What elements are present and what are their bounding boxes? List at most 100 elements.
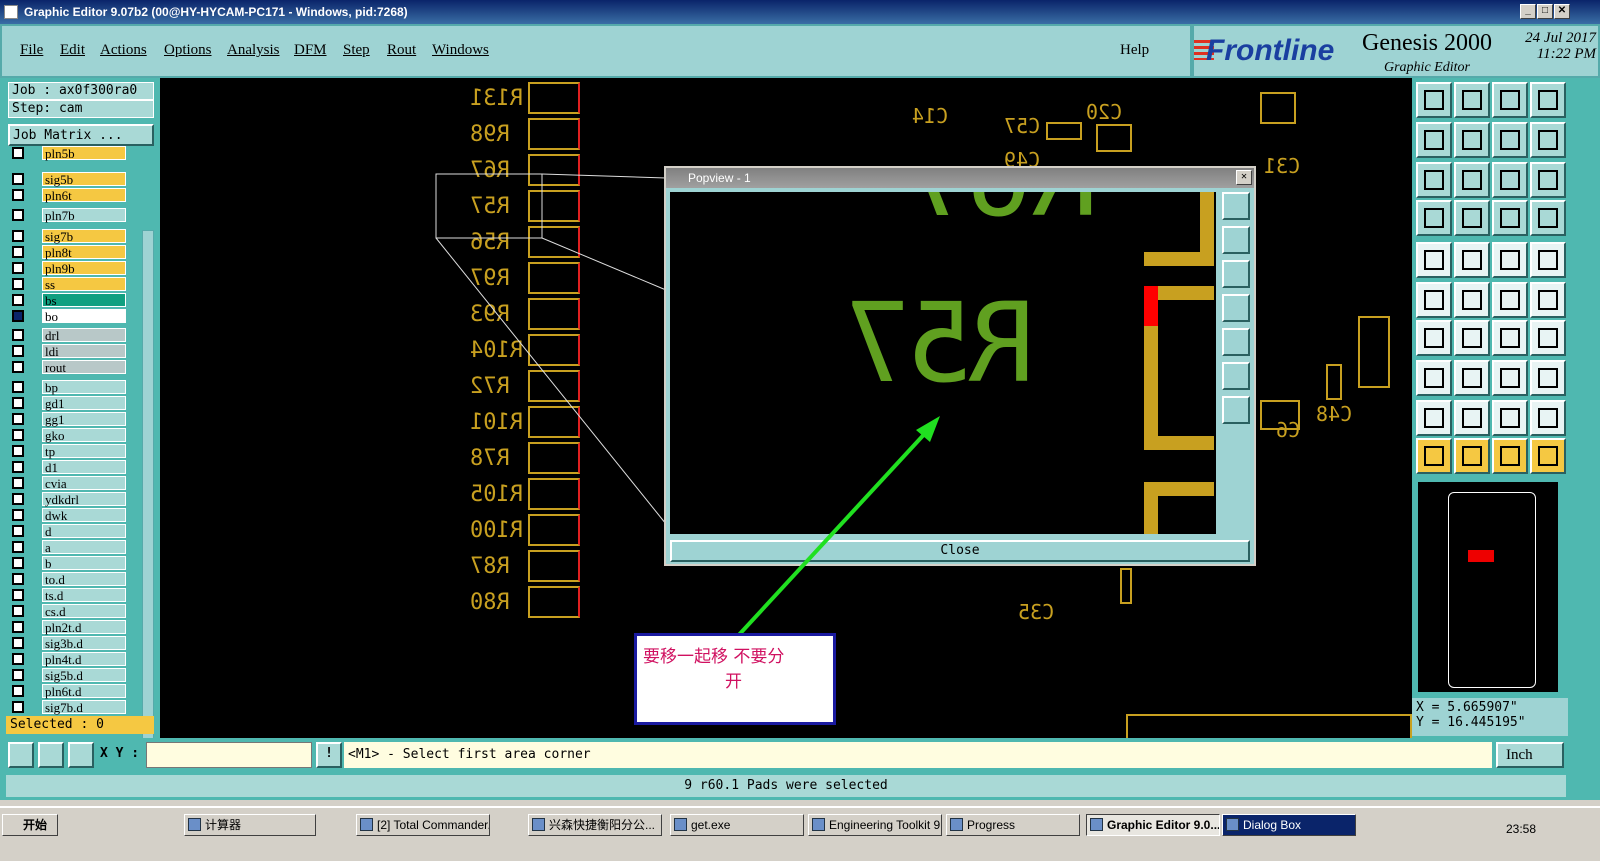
layer-checkbox[interactable]	[12, 493, 24, 505]
menu-actions[interactable]: Actions	[100, 42, 147, 59]
popview-tool-3[interactable]	[1222, 260, 1250, 288]
layer-checkbox[interactable]	[12, 345, 24, 357]
layer-row-sig5b[interactable]: sig5b	[10, 172, 126, 187]
popview-close-icon[interactable]: ✕	[1236, 170, 1252, 185]
unit-selector[interactable]: Inch	[1496, 742, 1564, 768]
layer-row-drl[interactable]: drl	[10, 328, 126, 343]
layer-checkbox[interactable]	[12, 541, 24, 553]
layer-checkbox[interactable]	[12, 397, 24, 409]
layer-checkbox[interactable]	[12, 653, 24, 665]
menu-edit[interactable]: Edit	[60, 42, 85, 59]
layer-row-tp[interactable]: tp	[10, 444, 126, 459]
snap-button[interactable]	[8, 742, 34, 768]
layer-checkbox[interactable]	[12, 173, 24, 185]
tool-button-22[interactable]	[1454, 282, 1490, 318]
overview-map[interactable]	[1418, 482, 1558, 692]
tool-button-11[interactable]	[1492, 162, 1528, 198]
layer-row-gko[interactable]: gko	[10, 428, 126, 443]
layer-checkbox[interactable]	[12, 589, 24, 601]
tool-button-25[interactable]	[1416, 320, 1452, 356]
tool-button-4[interactable]	[1530, 82, 1566, 118]
layer-row-ldi[interactable]: ldi	[10, 344, 126, 359]
tool-button-39[interactable]	[1492, 438, 1528, 474]
layer-row-pln4t-d[interactable]: pln4t.d	[10, 652, 126, 667]
layer-row-pln5b[interactable]: pln5b	[10, 146, 126, 161]
tool-button-14[interactable]	[1454, 200, 1490, 236]
tool-button-23[interactable]	[1492, 282, 1528, 318]
layer-row-dwk[interactable]: dwk	[10, 508, 126, 523]
layer-checkbox[interactable]	[12, 413, 24, 425]
task-progress[interactable]: Progress	[946, 814, 1080, 836]
tool-button-24[interactable]	[1530, 282, 1566, 318]
layer-row-rout[interactable]: rout	[10, 360, 126, 375]
layer-checkbox[interactable]	[12, 294, 24, 306]
layer-row-gd1[interactable]: gd1	[10, 396, 126, 411]
tool-button-38[interactable]	[1454, 438, 1490, 474]
layer-row-cs-d[interactable]: cs.d	[10, 604, 126, 619]
tool-button-21[interactable]	[1416, 282, 1452, 318]
menu-analysis[interactable]: Analysis	[227, 42, 280, 59]
layer-row-pln6t[interactable]: pln6t	[10, 188, 126, 203]
layer-row-sig3b-d[interactable]: sig3b.d	[10, 636, 126, 651]
tool-button-8[interactable]	[1530, 122, 1566, 158]
menu-windows[interactable]: Windows	[432, 42, 489, 59]
maximize-button[interactable]: □	[1537, 4, 1553, 19]
tool-button-32[interactable]	[1530, 360, 1566, 396]
layer-checkbox[interactable]	[12, 381, 24, 393]
tool-button-20[interactable]	[1530, 242, 1566, 278]
tool-button-15[interactable]	[1492, 200, 1528, 236]
layer-row-pln2t-d[interactable]: pln2t.d	[10, 620, 126, 635]
layer-checkbox[interactable]	[12, 278, 24, 290]
layer-row-ss[interactable]: ss	[10, 277, 126, 292]
layer-checkbox[interactable]	[12, 262, 24, 274]
popview-tool-5[interactable]	[1222, 328, 1250, 356]
tool-button-3[interactable]	[1492, 82, 1528, 118]
layer-checkbox[interactable]	[12, 509, 24, 521]
grid-button[interactable]	[68, 742, 94, 768]
menu-options[interactable]: Options	[164, 42, 212, 59]
tool-button-27[interactable]	[1492, 320, 1528, 356]
close-window-button[interactable]: ✕	[1554, 4, 1570, 19]
layer-row-to-d[interactable]: to.d	[10, 572, 126, 587]
layer-row-sig7b-d[interactable]: sig7b.d	[10, 700, 126, 715]
layer-checkbox[interactable]	[12, 557, 24, 569]
tool-button-28[interactable]	[1530, 320, 1566, 356]
layer-row-pln8t[interactable]: pln8t	[10, 245, 126, 260]
tool-button-5[interactable]	[1416, 122, 1452, 158]
layer-checkbox[interactable]	[12, 329, 24, 341]
layer-checkbox[interactable]	[12, 147, 24, 159]
tool-button-12[interactable]	[1530, 162, 1566, 198]
tool-button-19[interactable]	[1492, 242, 1528, 278]
layer-checkbox[interactable]	[12, 621, 24, 633]
layer-checkbox[interactable]	[12, 209, 24, 221]
tool-button-2[interactable]	[1454, 82, 1490, 118]
xy-input[interactable]	[146, 742, 312, 768]
layer-row-d1[interactable]: d1	[10, 460, 126, 475]
tool-button-29[interactable]	[1416, 360, 1452, 396]
tool-button-1[interactable]	[1416, 82, 1452, 118]
task-total-commander[interactable]: [2] Total Commander...	[356, 814, 490, 836]
layer-row-sig5b-d[interactable]: sig5b.d	[10, 668, 126, 683]
tool-button-35[interactable]	[1492, 400, 1528, 436]
layer-row-pln6t-d[interactable]: pln6t.d	[10, 684, 126, 699]
popview-tool-4[interactable]	[1222, 294, 1250, 322]
layer-checkbox[interactable]	[12, 246, 24, 258]
menu-rout[interactable]: Rout	[387, 42, 416, 59]
layer-row-pln7b[interactable]: pln7b	[10, 208, 126, 223]
info-button[interactable]: !	[316, 742, 342, 768]
layer-row-cvia[interactable]: cvia	[10, 476, 126, 491]
tool-button-18[interactable]	[1454, 242, 1490, 278]
tool-button-10[interactable]	[1454, 162, 1490, 198]
layer-row-ts-d[interactable]: ts.d	[10, 588, 126, 603]
job-matrix-button[interactable]: Job Matrix ...	[8, 124, 154, 146]
menu-step[interactable]: Step	[343, 42, 370, 59]
layer-checkbox[interactable]	[12, 525, 24, 537]
start-button[interactable]: 开始	[2, 814, 58, 836]
task-calculator[interactable]: 计算器	[184, 814, 316, 836]
layer-row-bp[interactable]: bp	[10, 380, 126, 395]
layer-row-sig7b[interactable]: sig7b	[10, 229, 126, 244]
task-get-exe[interactable]: get.exe	[670, 814, 804, 836]
layer-checkbox[interactable]	[12, 230, 24, 242]
layer-row-bs[interactable]: bs	[10, 293, 126, 308]
layer-row-ydkdrl[interactable]: ydkdrl	[10, 492, 126, 507]
